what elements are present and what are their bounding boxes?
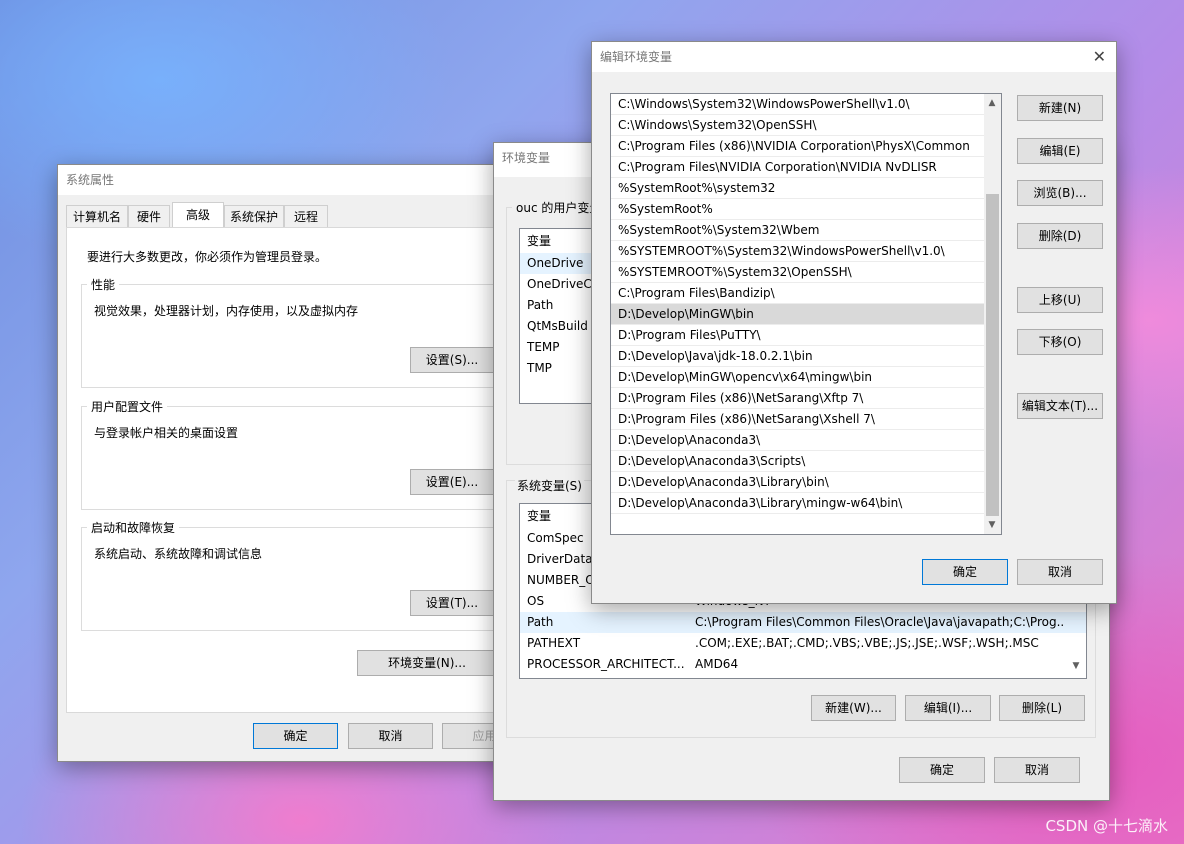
list-item[interactable]: D:\Develop\MinGW\opencv\x64\mingw\bin — [611, 367, 985, 388]
performance-desc: 视觉效果，处理器计划，内存使用，以及虚拟内存 — [94, 304, 359, 318]
list-item[interactable]: %SystemRoot%\System32\Wbem — [611, 220, 985, 241]
watermark: CSDN @十七滴水 — [1045, 817, 1168, 835]
cancel-button[interactable]: 取消 — [994, 757, 1080, 783]
move-up-button[interactable]: 上移(U) — [1017, 287, 1103, 313]
advanced-panel: 要进行大多数更改，你必须作为管理员登录。 性能 视觉效果，处理器计划，内存使用，… — [66, 227, 527, 713]
cancel-button[interactable]: 取消 — [348, 723, 433, 749]
performance-settings-button[interactable]: 设置(S)... — [410, 347, 494, 373]
window-title: 编辑环境变量 — [592, 42, 1116, 72]
edit-environment-variable-window: 编辑环境变量 ✕ C:\Windows\System32\WindowsPowe… — [591, 41, 1117, 604]
list-item[interactable]: D:\Program Files (x86)\NetSarang\Xshell … — [611, 409, 985, 430]
list-item[interactable]: %SYSTEMROOT%\System32\WindowsPowerShell\… — [611, 241, 985, 262]
list-item[interactable]: D:\Develop\Anaconda3\Library\bin\ — [611, 472, 985, 493]
chevron-up-icon[interactable]: ▲ — [984, 95, 1000, 111]
ok-button[interactable]: 确定 — [899, 757, 985, 783]
tab-advanced[interactable]: 高级 — [172, 202, 224, 228]
scrollbar[interactable]: ▲ ▼ — [984, 94, 1001, 534]
close-icon[interactable]: ✕ — [1093, 47, 1106, 66]
startup-recovery-group: 启动和故障恢复 系统启动、系统故障和调试信息 设置(T)... — [81, 519, 527, 631]
list-item[interactable]: C:\Program Files\NVIDIA Corporation\NVID… — [611, 157, 985, 178]
tab-hardware[interactable]: 硬件 — [128, 205, 170, 227]
user-profile-group: 用户配置文件 与登录帐户相关的桌面设置 设置(E)... — [81, 398, 527, 510]
list-item[interactable]: D:\Develop\MinGW\bin — [611, 304, 985, 325]
new-system-var-button[interactable]: 新建(W)... — [811, 695, 896, 721]
edit-path-button[interactable]: 编辑(E) — [1017, 138, 1103, 164]
scrollbar-thumb[interactable] — [986, 194, 999, 516]
performance-group: 性能 视觉效果，处理器计划，内存使用，以及虚拟内存 设置(S)... — [81, 276, 527, 388]
edit-text-button[interactable]: 编辑文本(T)... — [1017, 393, 1103, 419]
path-list[interactable]: C:\Windows\System32\WindowsPowerShell\v1… — [610, 93, 1002, 535]
variable-value: .COM;.EXE;.BAT;.CMD;.VBS;.VBE;.JS;.JSE;.… — [695, 636, 1039, 650]
ok-button[interactable]: 确定 — [922, 559, 1008, 585]
variable-value: C:\Program Files\Common Files\Oracle\Jav… — [695, 615, 1065, 629]
list-item[interactable]: D:\Develop\Anaconda3\Scripts\ — [611, 451, 985, 472]
list-item[interactable]: C:\Program Files\Bandizip\ — [611, 283, 985, 304]
startup-recovery-settings-button[interactable]: 设置(T)... — [410, 590, 494, 616]
browse-button[interactable]: 浏览(B)... — [1017, 180, 1103, 206]
list-item[interactable]: D:\Program Files\PuTTY\ — [611, 325, 985, 346]
admin-note: 要进行大多数更改，你必须作为管理员登录。 — [87, 250, 328, 264]
list-item[interactable]: %SystemRoot% — [611, 199, 985, 220]
system-properties-window: 系统属性 计算机名 硬件 高级 系统保护 远程 要进行大多数更改，你必须作为管理… — [57, 164, 529, 762]
chevron-down-icon[interactable]: ▼ — [1068, 658, 1084, 674]
table-row[interactable]: PROCESSOR_ARCHITECT... AMD64 — [520, 654, 1086, 675]
list-item[interactable]: C:\Program Files (x86)\NVIDIA Corporatio… — [611, 136, 985, 157]
variable-value: AMD64 — [695, 657, 739, 671]
list-item[interactable]: D:\Program Files (x86)\NetSarang\Xftp 7\ — [611, 388, 985, 409]
chevron-down-icon[interactable]: ▼ — [984, 517, 1000, 533]
edit-system-var-button[interactable]: 编辑(I)... — [905, 695, 991, 721]
environment-variables-button[interactable]: 环境变量(N)... — [357, 650, 497, 676]
variable-name: PROCESSOR_ARCHITECT... — [527, 657, 685, 671]
list-item[interactable]: C:\Windows\System32\WindowsPowerShell\v1… — [611, 94, 985, 115]
startup-recovery-desc: 系统启动、系统故障和调试信息 — [94, 547, 263, 561]
move-down-button[interactable]: 下移(O) — [1017, 329, 1103, 355]
list-item[interactable]: D:\Develop\Java\jdk-18.0.2.1\bin — [611, 346, 985, 367]
user-profile-settings-button[interactable]: 设置(E)... — [410, 469, 494, 495]
list-item[interactable]: %SystemRoot%\system32 — [611, 178, 985, 199]
tab-remote[interactable]: 远程 — [284, 205, 328, 227]
list-item[interactable]: D:\Develop\Anaconda3\ — [611, 430, 985, 451]
window-title: 系统属性 — [58, 165, 528, 195]
table-row[interactable]: PATHEXT .COM;.EXE;.BAT;.CMD;.VBS;.VBE;.JS… — [520, 633, 1086, 654]
cancel-button[interactable]: 取消 — [1017, 559, 1103, 585]
tab-system-protection[interactable]: 系统保护 — [224, 205, 284, 227]
tab-computer-name[interactable]: 计算机名 — [66, 205, 128, 227]
system-variables-label: 系统变量(S) — [515, 477, 584, 494]
list-item[interactable]: %SYSTEMROOT%\System32\OpenSSH\ — [611, 262, 985, 283]
ok-button[interactable]: 确定 — [253, 723, 338, 749]
delete-system-var-button[interactable]: 删除(L) — [999, 695, 1085, 721]
startup-recovery-title: 启动和故障恢复 — [87, 519, 180, 536]
table-row[interactable]: Path C:\Program Files\Common Files\Oracle… — [520, 612, 1086, 633]
list-item[interactable]: C:\Windows\System32\OpenSSH\ — [611, 115, 985, 136]
variable-name: PATHEXT — [527, 636, 581, 650]
variable-name: Path — [527, 615, 554, 629]
list-item[interactable]: D:\Develop\Anaconda3\Library\mingw-w64\b… — [611, 493, 985, 514]
delete-path-button[interactable]: 删除(D) — [1017, 223, 1103, 249]
new-path-button[interactable]: 新建(N) — [1017, 95, 1103, 121]
performance-title: 性能 — [87, 276, 120, 293]
user-profile-desc: 与登录帐户相关的桌面设置 — [94, 426, 239, 440]
user-profile-title: 用户配置文件 — [87, 398, 168, 415]
